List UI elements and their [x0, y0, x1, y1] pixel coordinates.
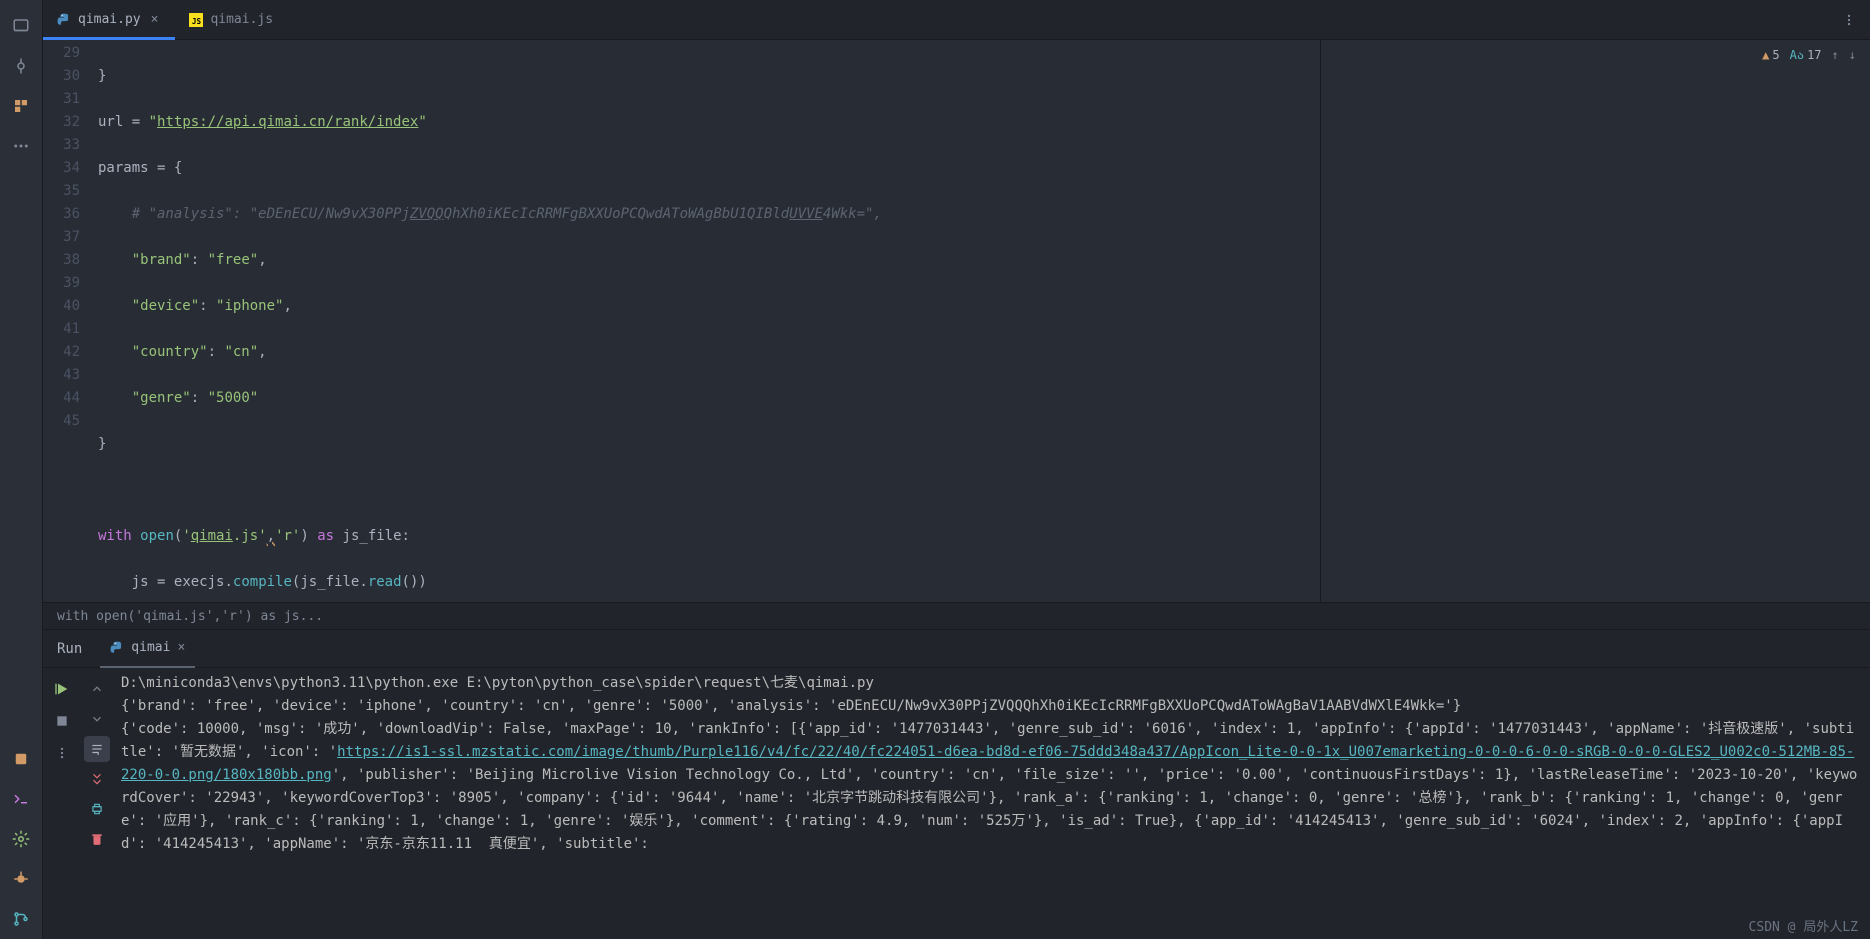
run-toolbar: [43, 668, 81, 939]
stop-button[interactable]: [49, 708, 75, 734]
scroll-down-icon[interactable]: [84, 706, 110, 732]
code-area[interactable]: } url = "https://api.qimai.cn/rank/index…: [98, 40, 1320, 602]
commit-icon[interactable]: [6, 51, 36, 81]
rerun-button[interactable]: [49, 676, 75, 702]
project-icon[interactable]: [6, 11, 36, 41]
run-header: Run qimai ×: [43, 630, 1870, 668]
scroll-to-end-icon[interactable]: [84, 766, 110, 792]
vcs-icon[interactable]: [6, 904, 36, 934]
terminal-icon[interactable]: [6, 784, 36, 814]
inspection-bar: ▲5 Aა17 ↑ ↓: [1762, 48, 1856, 62]
inspection-warnings[interactable]: ▲5: [1762, 48, 1779, 62]
breadcrumb-text: with open('qimai.js','r') as js...: [57, 609, 323, 624]
main-area: qimai.py × JS qimai.js 29 30 31 32 33 34…: [43, 0, 1870, 939]
run-output[interactable]: D:\miniconda3\envs\python3.11\python.exe…: [113, 668, 1870, 939]
tab-label: qimai.py: [78, 12, 141, 27]
clear-icon[interactable]: [84, 826, 110, 852]
structure-icon[interactable]: [6, 91, 36, 121]
run-tab[interactable]: qimai ×: [100, 630, 195, 668]
left-tool-sidebar: [0, 0, 43, 939]
run-title: Run: [57, 641, 82, 657]
notifications-icon[interactable]: [6, 744, 36, 774]
run-tab-label: qimai: [131, 640, 170, 655]
settings-icon[interactable]: [6, 824, 36, 854]
scroll-up-icon[interactable]: [84, 676, 110, 702]
tab-label: qimai.js: [210, 12, 273, 27]
soft-wrap-icon[interactable]: [84, 736, 110, 762]
tab-bar-menu-icon[interactable]: [1842, 13, 1870, 27]
close-icon[interactable]: ×: [148, 12, 162, 27]
inspection-prev-icon[interactable]: ↑: [1832, 48, 1839, 62]
more-icon[interactable]: [6, 131, 36, 161]
minimap[interactable]: ▲5 Aა17 ↑ ↓: [1320, 40, 1870, 602]
python-icon: [57, 13, 71, 27]
js-icon: JS: [189, 13, 203, 27]
svg-text:JS: JS: [192, 17, 202, 26]
editor[interactable]: 29 30 31 32 33 34 35 36 37 38 39 40 41 4…: [43, 40, 1870, 602]
run-panel: Run qimai ×: [43, 629, 1870, 939]
gutter: 29 30 31 32 33 34 35 36 37 38 39 40 41 4…: [43, 40, 98, 602]
inspection-next-icon[interactable]: ↓: [1849, 48, 1856, 62]
python-icon: [110, 641, 124, 655]
run-menu-icon[interactable]: [49, 740, 75, 766]
breadcrumb[interactable]: with open('qimai.js','r') as js...: [43, 602, 1870, 629]
print-icon[interactable]: [84, 796, 110, 822]
tab-qimai-js[interactable]: JS qimai.js: [175, 0, 287, 40]
close-icon[interactable]: ×: [177, 640, 185, 655]
editor-tab-bar: qimai.py × JS qimai.js: [43, 0, 1870, 40]
inspection-typos[interactable]: Aა17: [1790, 48, 1822, 62]
run-side-toolbar: [81, 668, 113, 939]
watermark: CSDN @ 局外人LZ: [1749, 916, 1858, 935]
tab-qimai-py[interactable]: qimai.py ×: [43, 0, 175, 40]
debug-icon[interactable]: [6, 864, 36, 894]
